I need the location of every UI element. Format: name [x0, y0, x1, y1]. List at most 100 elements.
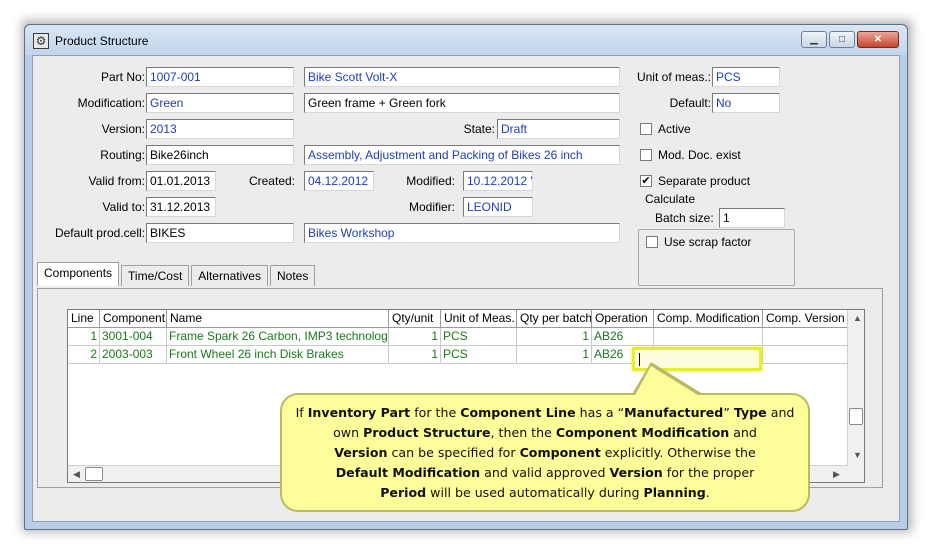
row1-comp-modification[interactable]	[654, 328, 763, 346]
vertical-scroll-thumb[interactable]	[849, 408, 863, 425]
valid-from-field[interactable]: 01.01.2013	[146, 171, 216, 191]
callout-bold: Component Line	[460, 405, 576, 420]
tab-notes[interactable]: Notes	[269, 265, 316, 286]
separate-product-check-mark: ✔	[641, 175, 651, 187]
routing-field[interactable]: Bike26inch	[146, 145, 294, 165]
vertical-scrollbar[interactable]: ▲ ▼	[847, 310, 864, 482]
modification-description-field[interactable]: Green frame + Green fork	[304, 93, 620, 113]
separate-product-label: Separate product	[658, 174, 751, 188]
row2-comp-version[interactable]	[763, 346, 849, 364]
scroll-right-arrow-icon[interactable]: ▶	[833, 469, 840, 480]
callout-text: for the proper	[662, 465, 755, 480]
valid-from-label: Valid from:	[88, 174, 145, 188]
callout-bold: Planning	[643, 485, 706, 500]
callout-bold: Inventory Part	[307, 405, 411, 420]
horizontal-scroll-thumb[interactable]	[85, 467, 103, 481]
version-field[interactable]: 2013	[146, 119, 294, 139]
created-label: Created:	[248, 174, 295, 188]
row2-component[interactable]: 2003-003	[100, 346, 167, 364]
close-button[interactable]: ✕	[857, 31, 899, 48]
column-header-comp-modification[interactable]: Comp. Modification	[654, 310, 763, 328]
minimize-button[interactable]: ▁	[801, 31, 827, 48]
modified-field[interactable]: 10.12.2012 '	[463, 171, 533, 191]
column-header-unit-of-meas[interactable]: Unit of Meas.	[441, 310, 517, 328]
separate-product-checkbox[interactable]: ✔	[640, 175, 652, 187]
callout-bold: Product Structure	[363, 425, 491, 440]
valid-to-field[interactable]: 31.12.2013	[146, 197, 216, 217]
modification-field[interactable]: Green	[146, 93, 294, 113]
column-header-operation[interactable]: Operation	[592, 310, 654, 328]
unit-of-measure-field[interactable]: PCS	[712, 67, 780, 87]
active-checkbox[interactable]	[640, 123, 652, 135]
column-header-qty-unit[interactable]: Qty/unit	[389, 310, 441, 328]
row2-unit-of-meas[interactable]: PCS	[441, 346, 517, 364]
row1-name[interactable]: Frame Spark 26 Carbon, IMP3 technology	[167, 328, 389, 346]
row1-unit-of-meas[interactable]: PCS	[441, 328, 517, 346]
scroll-down-arrow-icon[interactable]: ▼	[853, 450, 862, 460]
callout-text: explicitly. Otherwise the	[600, 445, 756, 460]
callout-text: and valid approved	[480, 465, 610, 480]
routing-description-field[interactable]: Assembly, Adjustment and Packing of Bike…	[304, 145, 620, 165]
callout-text: for the	[410, 405, 461, 420]
default-prod-cell-field[interactable]: BIKES	[146, 223, 294, 243]
tab-time-cost[interactable]: Time/Cost	[121, 265, 190, 286]
row1-qty-unit[interactable]: 1	[389, 328, 441, 346]
callout-text: has a “	[575, 405, 625, 420]
callout-bold: Period	[380, 485, 427, 500]
prod-cell-description-field[interactable]: Bikes Workshop	[304, 223, 620, 243]
scroll-left-arrow-icon[interactable]: ◀	[73, 469, 80, 480]
use-scrap-factor-checkbox[interactable]	[646, 236, 658, 248]
row1-line[interactable]: 1	[68, 328, 100, 346]
callout-text: If	[295, 405, 308, 420]
callout-bold: Version	[334, 445, 388, 460]
column-header-qty-per-batch[interactable]: Qty per batch	[517, 310, 592, 328]
valid-to-label: Valid to:	[102, 200, 145, 214]
tab-components[interactable]: Components	[37, 262, 120, 286]
callout-bold: Component	[519, 445, 601, 460]
part-no-label: Part No:	[100, 70, 145, 84]
column-header-component[interactable]: Component	[100, 310, 167, 328]
modifier-field[interactable]: LEONID	[463, 197, 533, 217]
default-label: Default:	[669, 96, 711, 110]
maximize-button[interactable]: □	[829, 31, 855, 48]
callout-bold: Default Modification	[335, 465, 481, 480]
column-header-name[interactable]: Name	[167, 310, 389, 328]
callout-pointer-fill	[634, 366, 701, 397]
calculate-group-label: Calculate	[643, 192, 698, 206]
callout-bold: Component Modification	[555, 425, 730, 440]
column-header-line[interactable]: Line	[68, 310, 100, 328]
row2-qty-per-batch[interactable]: 1	[517, 346, 592, 364]
state-field[interactable]: Draft	[497, 119, 620, 139]
tab-alternatives[interactable]: Alternatives	[191, 265, 268, 286]
part-no-field[interactable]: 1007-001	[146, 67, 294, 87]
mod-doc-exist-checkbox[interactable]	[640, 149, 652, 161]
tab-strip: Components Time/Cost Alternatives Notes	[37, 262, 317, 286]
scroll-up-arrow-icon[interactable]: ▲	[853, 313, 862, 323]
row1-operation[interactable]: AB26	[592, 328, 654, 346]
default-field[interactable]: No	[712, 93, 780, 113]
app-icon: ⚙	[33, 33, 49, 49]
row2-qty-unit[interactable]: 1	[389, 346, 441, 364]
row1-comp-version[interactable]	[763, 328, 849, 346]
batch-size-field[interactable]: 1	[719, 208, 785, 228]
callout-text: will be used automatically during	[426, 485, 644, 500]
row2-line[interactable]: 2	[68, 346, 100, 364]
active-label: Active	[658, 122, 691, 136]
created-field[interactable]: 04.12.2012	[304, 171, 374, 191]
modifier-label: Modifier:	[408, 200, 455, 214]
use-scrap-factor-label: Use scrap factor	[664, 235, 752, 249]
routing-label: Routing:	[100, 148, 145, 162]
row1-component[interactable]: 3001-004	[100, 328, 167, 346]
row1-qty-per-batch[interactable]: 1	[517, 328, 592, 346]
callout-text: ”	[723, 405, 734, 420]
callout-bold: Version	[609, 465, 663, 480]
part-description-field[interactable]: Bike Scott Volt-X	[304, 67, 620, 87]
callout-bold: Manufactured	[624, 405, 724, 420]
row2-name[interactable]: Front Wheel 26 inch Disk Brakes	[167, 346, 389, 364]
column-header-comp-version[interactable]: Comp. Version	[763, 310, 849, 328]
title-bar[interactable]: ⚙ Product Structure ▁ □ ✕	[25, 25, 907, 55]
default-prod-cell-label: Default prod.cell:	[54, 226, 145, 240]
mod-doc-exist-label: Mod. Doc. exist	[658, 148, 741, 162]
callout-text: and	[729, 425, 757, 440]
callout-bold: Type	[733, 405, 767, 420]
